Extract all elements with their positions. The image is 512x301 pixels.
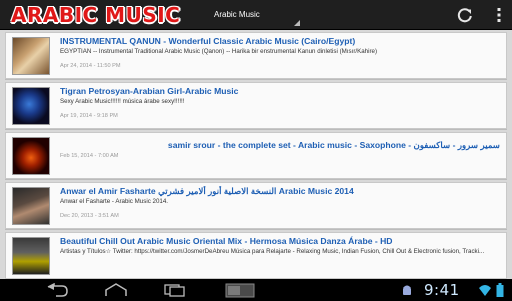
category-spinner-label: Arabic Music: [214, 10, 260, 19]
video-thumbnail: [12, 87, 50, 125]
wifi-icon: [479, 285, 491, 296]
item-title[interactable]: Tigran Petrosyan-Arabian Girl-Arabic Mus…: [60, 86, 500, 96]
item-title[interactable]: Anwar el Amir Fasharte النسخة الاصلية أن…: [60, 186, 500, 197]
item-title[interactable]: INSTRUMENTAL QANUN - Wonderful Classic A…: [60, 36, 500, 46]
back-icon[interactable]: [44, 283, 70, 297]
list-item[interactable]: Tigran Petrosyan-Arabian Girl-Arabic Mus…: [5, 82, 507, 129]
item-description: Anwar el Fasharte - Arabic Music 2014.: [60, 198, 168, 205]
refresh-icon[interactable]: [456, 6, 474, 24]
video-thumbnail: [12, 187, 50, 225]
system-navigation-bar: 9:41: [0, 279, 512, 301]
video-thumbnail: [12, 237, 50, 275]
category-spinner[interactable]: Arabic Music: [206, 4, 300, 26]
list-item[interactable]: Beautiful Chill Out Arabic Music Orienta…: [5, 232, 507, 279]
item-description: Sexy Arabic Music!!!!!! música árabe sex…: [60, 98, 185, 105]
app-logo[interactable]: ARABIC MUSIC: [11, 2, 180, 28]
item-date: Apr 24, 2014 - 11:50 PM: [60, 63, 121, 69]
recent-apps-icon[interactable]: [162, 283, 188, 297]
item-description: Artistas y Títulos☆ Twitter: https://twi…: [60, 248, 485, 255]
list-item[interactable]: samir srour - the complete set - Arabic …: [5, 132, 507, 179]
item-date: Apr 19, 2014 - 9:18 PM: [60, 113, 118, 119]
android-notification-icon: [403, 285, 411, 295]
item-title[interactable]: samir srour - the complete set - Arabic …: [60, 140, 500, 151]
gallery-notification-icon[interactable]: [222, 281, 258, 299]
action-bar: ARABIC MUSIC Arabic Music: [0, 0, 512, 30]
item-description: EGYPTIAN -- Instrumental Traditional Ara…: [60, 48, 378, 55]
list-item[interactable]: Anwar el Amir Fasharte النسخة الاصلية أن…: [5, 182, 507, 229]
spinner-arrow-icon: [294, 20, 300, 26]
video-thumbnail: [12, 137, 50, 175]
overflow-menu-icon[interactable]: [490, 6, 508, 24]
battery-icon: [496, 283, 504, 297]
home-icon[interactable]: [103, 283, 129, 297]
item-date: Dec 20, 2013 - 3:51 AM: [60, 213, 119, 219]
item-title[interactable]: Beautiful Chill Out Arabic Music Orienta…: [60, 236, 500, 246]
video-feed-list[interactable]: INSTRUMENTAL QANUN - Wonderful Classic A…: [0, 31, 512, 279]
video-thumbnail: [12, 37, 50, 75]
list-item[interactable]: INSTRUMENTAL QANUN - Wonderful Classic A…: [5, 32, 507, 79]
item-date: Feb 15, 2014 - 7:00 AM: [60, 153, 119, 159]
status-clock: 9:41: [424, 281, 460, 299]
